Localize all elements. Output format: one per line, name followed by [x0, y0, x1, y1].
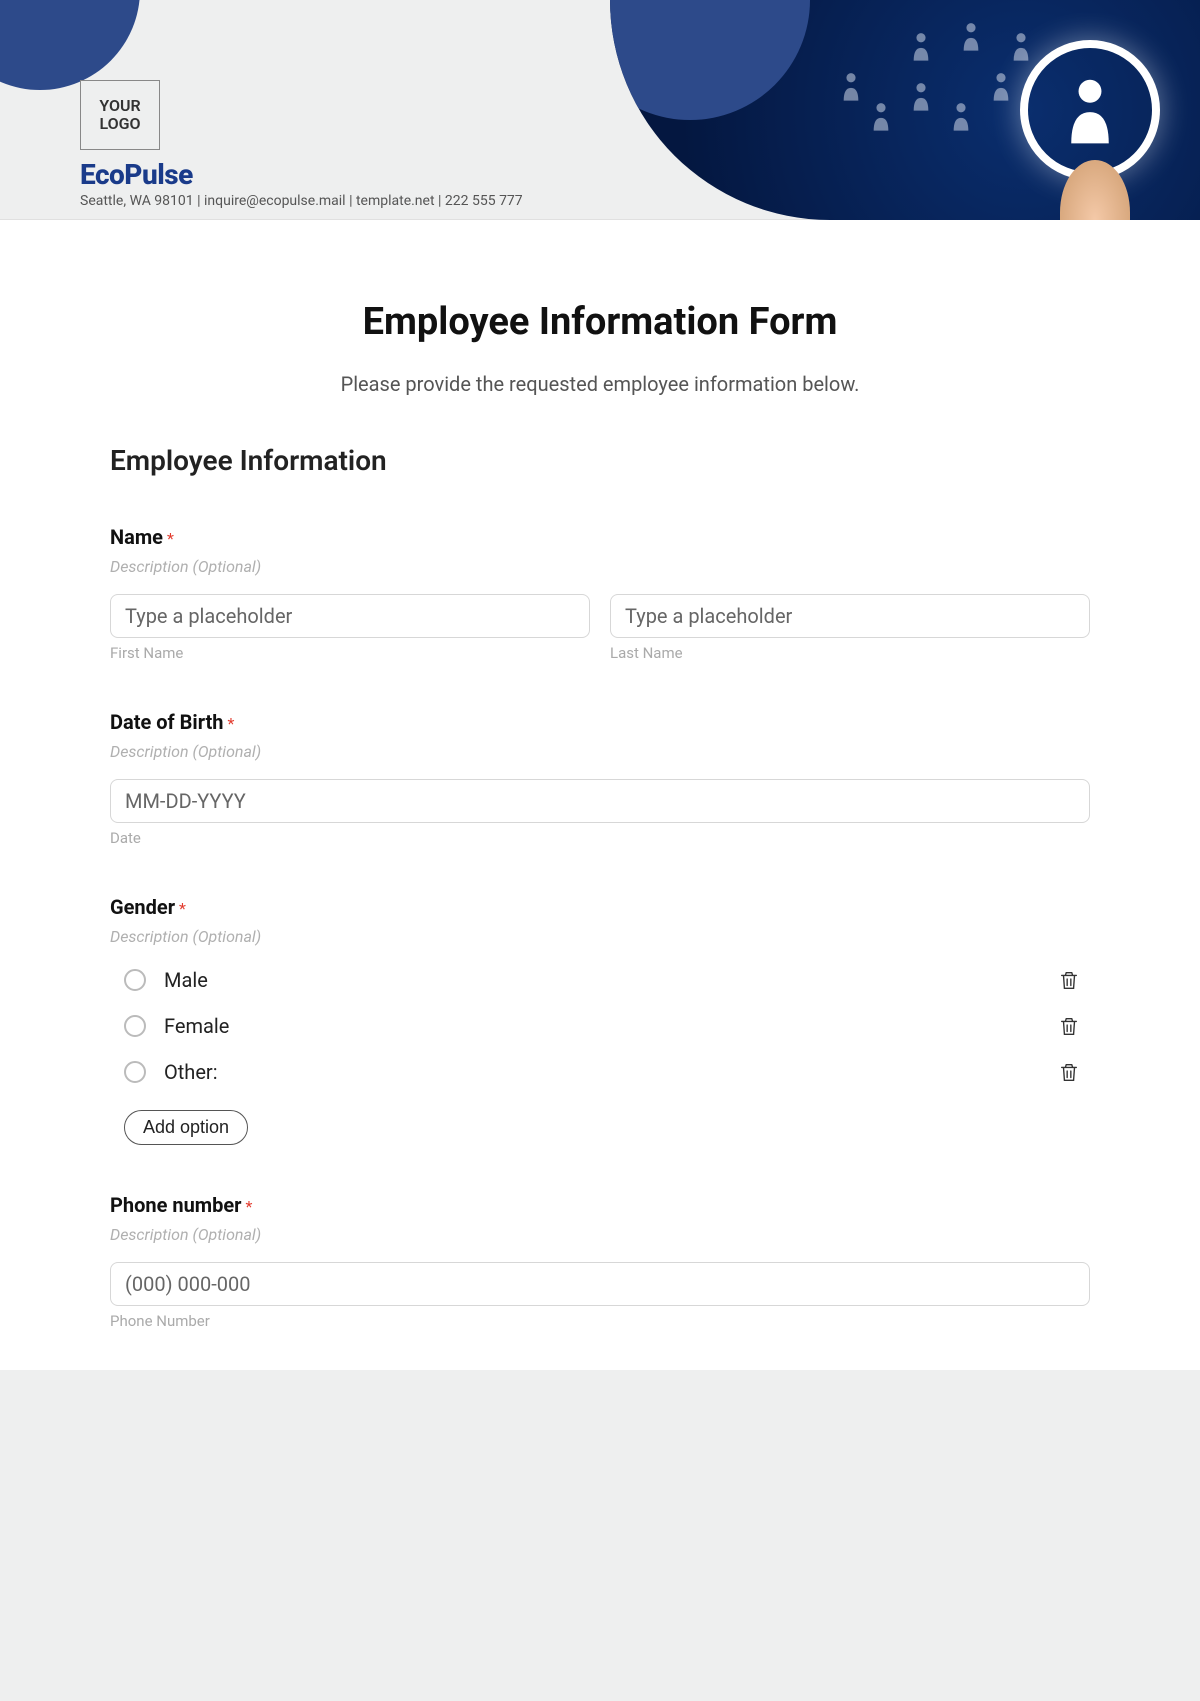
field-label: Date of Birth [110, 710, 224, 734]
option-label: Female [164, 1014, 1058, 1038]
logo-block: YOUR LOGO EcoPulse Seattle, WA 98101 | i… [80, 80, 523, 209]
decorative-circle [610, 0, 810, 120]
highlight-ring [1020, 40, 1160, 180]
radio-icon[interactable] [124, 969, 146, 991]
gender-option[interactable]: Female [110, 1014, 1090, 1038]
required-marker: * [245, 1197, 252, 1216]
first-name-sublabel: First Name [110, 644, 590, 662]
phone-sublabel: Phone Number [110, 1312, 1090, 1330]
dob-sublabel: Date [110, 829, 1090, 847]
person-icon [950, 100, 972, 132]
person-icon [870, 100, 892, 132]
trash-icon[interactable] [1058, 1014, 1080, 1038]
person-icon [910, 30, 932, 62]
last-name-sublabel: Last Name [610, 644, 1090, 662]
company-name: EcoPulse [80, 158, 523, 191]
header: YOUR LOGO EcoPulse Seattle, WA 98101 | i… [0, 0, 1200, 220]
phone-input[interactable] [110, 1262, 1090, 1306]
decorative-circle [0, 0, 140, 90]
add-option-button[interactable]: Add option [124, 1110, 248, 1145]
required-marker: * [228, 714, 235, 733]
gender-option[interactable]: Other: [110, 1060, 1090, 1084]
field-description[interactable]: Description (Optional) [110, 742, 1090, 761]
field-description[interactable]: Description (Optional) [110, 927, 1090, 946]
first-name-input[interactable] [110, 594, 590, 638]
field-dob: Date of Birth* Description (Optional) Da… [110, 710, 1090, 847]
option-label: Male [164, 968, 1058, 992]
section-heading: Employee Information [110, 444, 1090, 477]
gender-option[interactable]: Male [110, 968, 1090, 992]
required-marker: * [167, 529, 174, 548]
form-page: Employee Information Form Please provide… [0, 220, 1200, 1370]
field-name: Name* Description (Optional) First Name … [110, 525, 1090, 662]
page-subtitle: Please provide the requested employee in… [110, 372, 1090, 396]
radio-icon[interactable] [124, 1061, 146, 1083]
page-title: Employee Information Form [110, 300, 1090, 344]
field-label: Gender [110, 895, 175, 919]
field-phone: Phone number* Description (Optional) Pho… [110, 1193, 1090, 1330]
trash-icon[interactable] [1058, 1060, 1080, 1084]
trash-icon[interactable] [1058, 968, 1080, 992]
field-gender: Gender* Description (Optional) Male Fema… [110, 895, 1090, 1145]
person-icon [1010, 30, 1032, 62]
company-contact: Seattle, WA 98101 | inquire@ecopulse.mai… [80, 193, 523, 209]
person-icon [960, 20, 982, 52]
radio-icon[interactable] [124, 1015, 146, 1037]
person-icon [840, 70, 862, 102]
field-label: Name [110, 525, 163, 549]
option-label: Other: [164, 1060, 1058, 1084]
field-description[interactable]: Description (Optional) [110, 1225, 1090, 1244]
person-icon [1065, 75, 1115, 145]
logo-placeholder: YOUR LOGO [80, 80, 160, 150]
last-name-input[interactable] [610, 594, 1090, 638]
hero-image [610, 0, 1200, 220]
person-icon [910, 80, 932, 112]
dob-input[interactable] [110, 779, 1090, 823]
required-marker: * [179, 899, 186, 918]
person-icon [990, 70, 1012, 102]
field-label: Phone number [110, 1193, 241, 1217]
field-description[interactable]: Description (Optional) [110, 557, 1090, 576]
